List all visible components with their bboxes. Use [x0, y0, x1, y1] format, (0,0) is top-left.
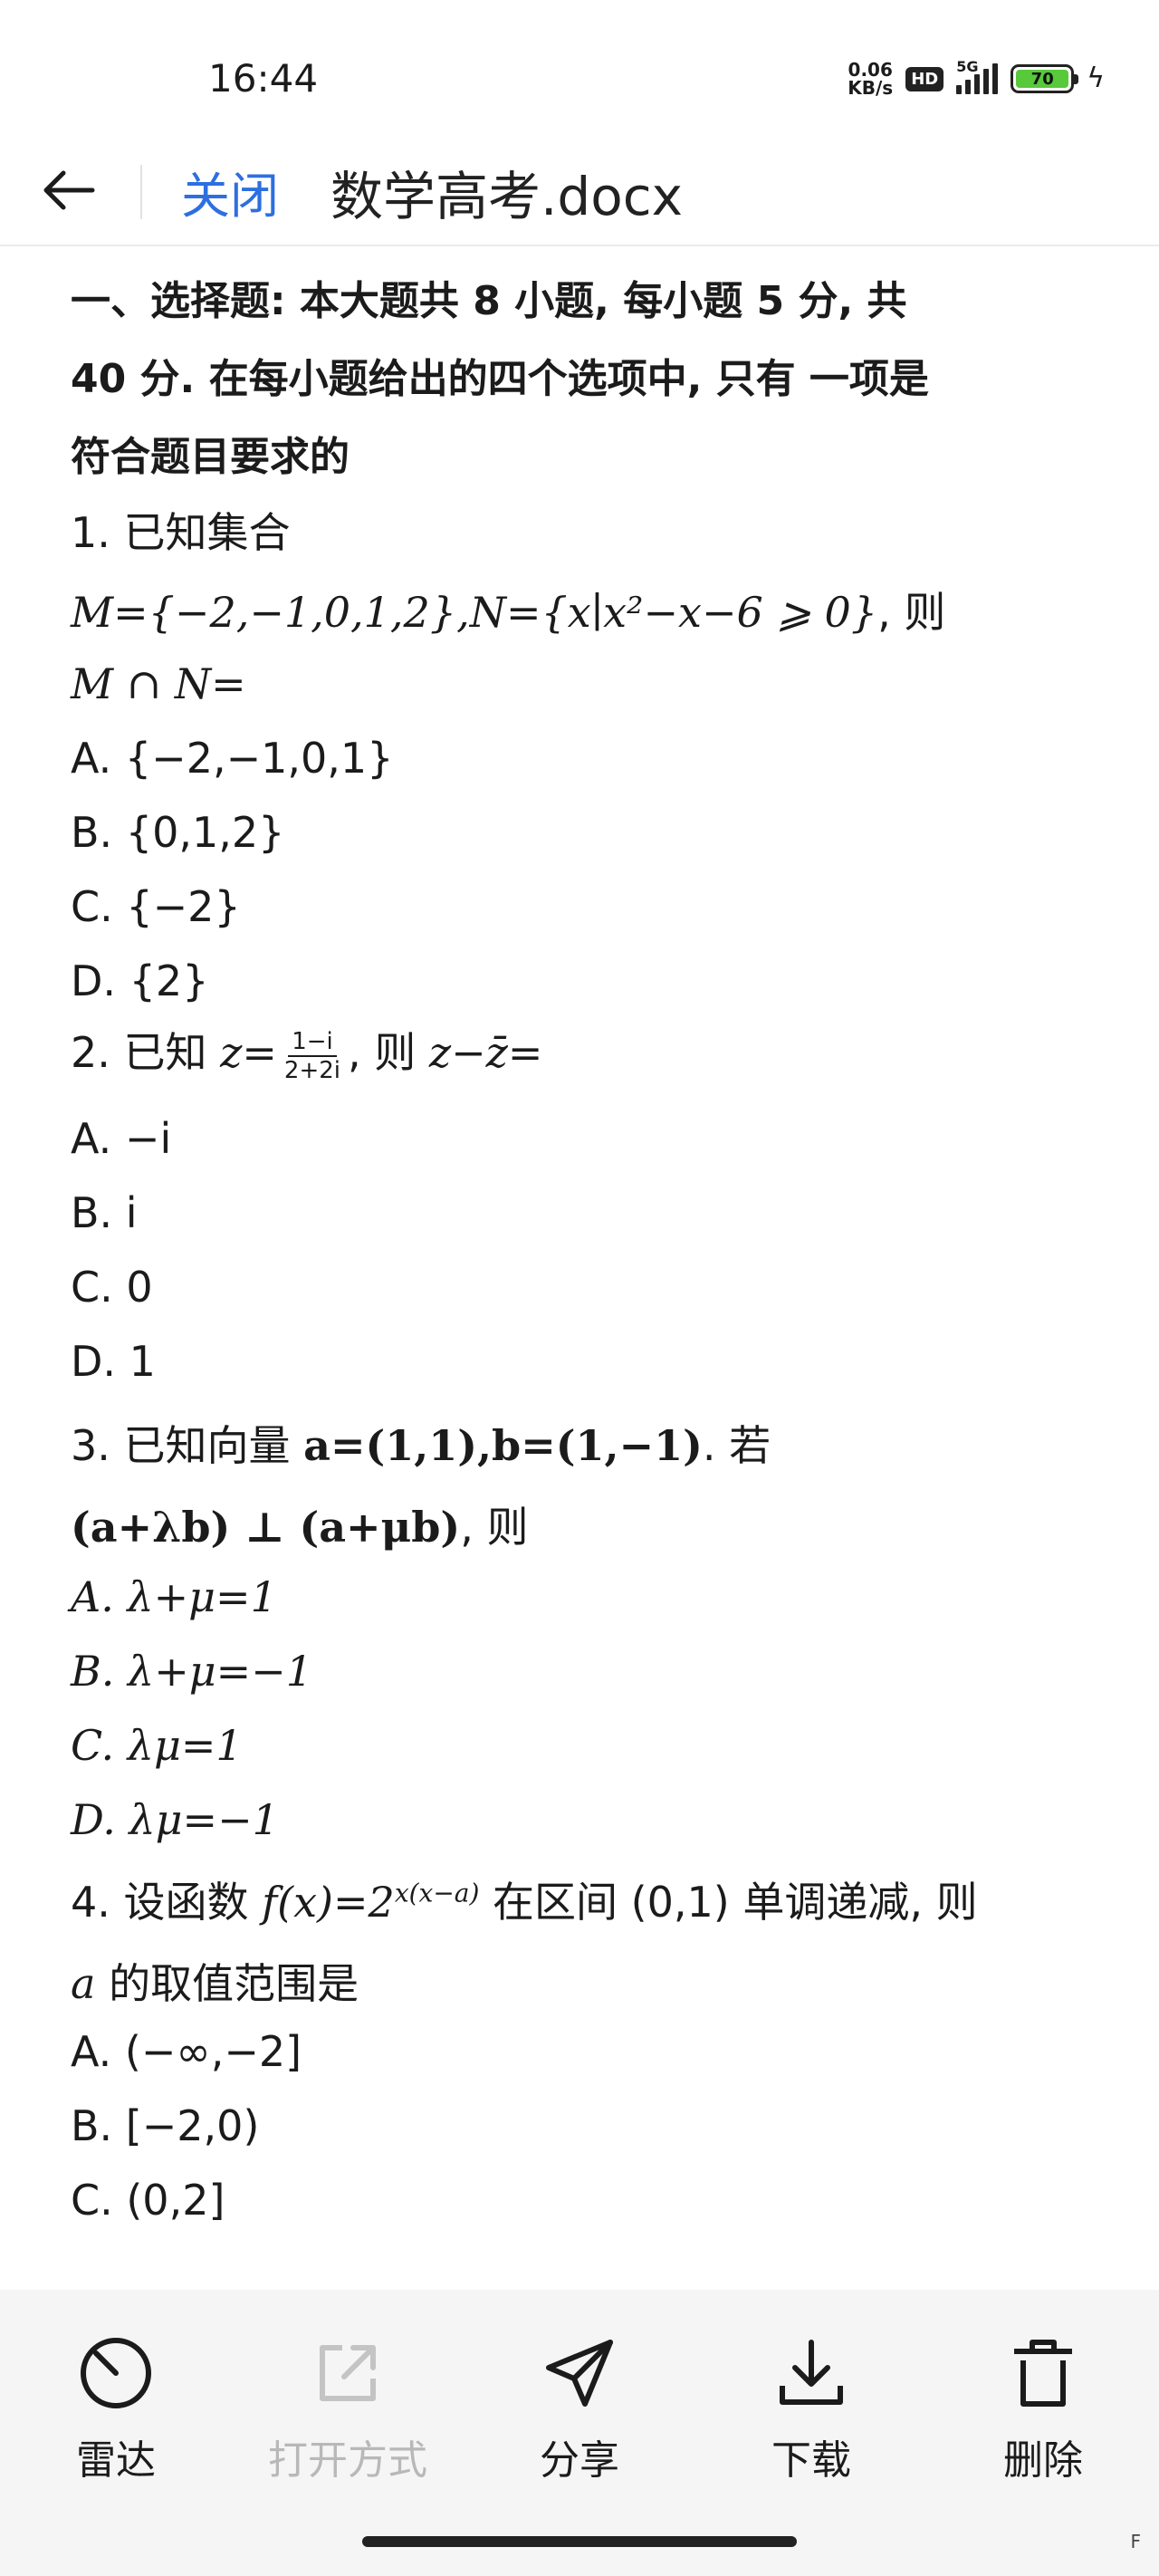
radar-button[interactable]: 雷达	[0, 2335, 232, 2485]
q4-option-b: B. [−2,0)	[71, 2101, 260, 2150]
app-bar: 关闭 数学高考.docx	[0, 136, 1159, 246]
q3-option-c-text: C. λμ=1	[71, 1721, 243, 1770]
q3-vectors: a=(1,1),b=(1,−1)	[303, 1421, 703, 1470]
q2-stem: 2. 已知 z= 1−i 2+2i, 则 z−z̄=	[71, 1020, 542, 1084]
signal-bar-4	[983, 69, 990, 94]
q2-option-d: D. 1	[71, 1337, 156, 1386]
close-button[interactable]: 关闭	[181, 156, 279, 227]
q1-intersection: M ∩ N=	[71, 659, 246, 708]
bottom-action-bar: 雷达 打开方式 分享 下载 删除 F	[0, 2290, 1159, 2576]
q3-suffix: . 若	[702, 1421, 771, 1470]
signal-bar-3	[974, 74, 981, 94]
share-label: 分享	[540, 2437, 619, 2484]
q4-variable-a: a	[71, 1959, 96, 2008]
home-indicator[interactable]	[362, 2536, 797, 2547]
status-icons: 0.06 KB/s HD 5G 70 ϟ	[848, 58, 1105, 100]
q2-expression: z−z̄=	[428, 1028, 543, 1077]
share-icon	[541, 2335, 618, 2411]
q2-option-c: C. 0	[71, 1263, 153, 1312]
signal-bar-2	[965, 80, 972, 94]
q2-fraction: 1−i 2+2i	[281, 1028, 344, 1084]
q3-prefix: 3. 已知向量	[71, 1421, 291, 1470]
q3-condition: (a+λb) ⊥ (a+μb), 则	[71, 1495, 528, 1554]
q2-denominator: 2+2i	[283, 1056, 341, 1084]
signal-bar-1	[956, 85, 963, 94]
section-title-line-3: 符合题目要求的	[71, 434, 350, 480]
app-bar-divider	[140, 165, 142, 219]
network-speed-unit: KB/s	[848, 77, 894, 99]
q3-option-d-text: D. λμ=−1	[71, 1795, 279, 1844]
q1-option-d: D. {2}	[71, 956, 209, 1005]
delete-icon	[1005, 2335, 1081, 2411]
battery-icon: 70	[1011, 64, 1079, 93]
q4-option-c: C. (0,2]	[71, 2176, 225, 2225]
q1-option-a: A. {−2,−1,0,1}	[71, 734, 394, 783]
q2-z: z=	[220, 1028, 277, 1077]
q3-perpendicular: (a+λb) ⊥ (a+μb)	[71, 1503, 461, 1552]
open-with-button[interactable]: 打开方式	[232, 2335, 464, 2485]
q4-prefix: 4. 设函数	[71, 1878, 249, 1927]
back-button[interactable]	[33, 158, 105, 223]
q3-option-d: D. λμ=−1	[71, 1795, 279, 1844]
download-label: 下载	[771, 2437, 851, 2484]
open-external-icon	[310, 2335, 386, 2411]
download-button[interactable]: 下载	[695, 2335, 927, 2485]
section-title-line-2: 40 分. 在每小题给出的四个选项中, 只有 一项是	[71, 356, 929, 402]
signal-bar-5	[992, 63, 999, 94]
open-with-label: 打开方式	[268, 2437, 427, 2484]
charging-icon: ϟ	[1087, 62, 1105, 94]
q3-option-c: C. λμ=1	[71, 1721, 243, 1770]
q4-function: f(x)=2	[262, 1878, 395, 1927]
q1-sets: M={−2,−1,0,1,2},N={x∣x²−x−6 ⩾ 0}, 则	[71, 580, 945, 639]
section-title-line-1: 一、选择题: 本大题共 8 小题, 每小题 5 分, 共	[71, 278, 907, 324]
q1-math: M={−2,−1,0,1,2},N={x∣x²−x−6 ⩾ 0}	[71, 588, 878, 637]
corner-mark: F	[1130, 2531, 1141, 2552]
q4-stem-line-2: a 的取值范围是	[71, 1951, 359, 2011]
signal-icon: 5G	[956, 58, 999, 94]
q1-then: , 则	[877, 588, 946, 637]
network-type: 5G	[956, 58, 979, 75]
q4-stem: 4. 设函数 f(x)=2x(x−a) 在区间 (0,1) 单调递减, 则	[71, 1870, 978, 1929]
back-arrow-icon	[43, 170, 95, 210]
radar-label: 雷达	[76, 2437, 156, 2484]
q1-option-c: C. {−2}	[71, 882, 241, 931]
network-speed-value: 0.06	[848, 59, 893, 81]
delete-label: 删除	[1003, 2437, 1083, 2484]
q3-option-b: B. λ+μ=−1	[71, 1647, 312, 1696]
q2-numerator: 1−i	[288, 1028, 337, 1057]
battery-level: 70	[1016, 70, 1069, 89]
network-speed: 0.06 KB/s	[848, 61, 893, 97]
q4-suffix: 在区间 (0,1) 单调递减, 则	[493, 1878, 978, 1927]
q3-stem: 3. 已知向量 a=(1,1),b=(1,−1). 若	[71, 1413, 771, 1473]
q3-suffix-2: , 则	[460, 1503, 529, 1552]
q1-option-b: B. {0,1,2}	[71, 808, 285, 857]
q1-stem: 1. 已知集合	[71, 508, 291, 557]
q2-option-b: B. i	[71, 1188, 138, 1237]
q2-prefix: 2. 已知	[71, 1028, 207, 1077]
hd-badge: HD	[905, 66, 944, 91]
download-icon	[773, 2335, 849, 2411]
status-bar: 16:44 0.06 KB/s HD 5G 70 ϟ	[0, 0, 1159, 136]
q4-range-text: 的取值范围是	[109, 1959, 359, 2008]
q3-option-b-text: B. λ+μ=−1	[71, 1647, 312, 1696]
status-time: 16:44	[208, 56, 319, 101]
document-content: 一、选择题: 本大题共 8 小题, 每小题 5 分, 共 40 分. 在每小题给…	[71, 263, 1103, 2225]
q2-option-a: A. −i	[71, 1114, 172, 1163]
q2-mid: , 则	[348, 1028, 417, 1077]
q3-option-a: A. λ+μ=1	[71, 1572, 277, 1621]
screen: 16:44 0.06 KB/s HD 5G 70 ϟ 关闭 数学高考.docx …	[0, 0, 1159, 2576]
radar-icon	[78, 2335, 154, 2411]
delete-button[interactable]: 删除	[927, 2335, 1159, 2485]
document-title: 数学高考.docx	[330, 166, 683, 227]
q4-option-a: A. (−∞,−2]	[71, 2027, 302, 2076]
q4-exponent: x(x−a)	[394, 1878, 480, 1908]
q3-option-a-text: A. λ+μ=1	[71, 1572, 277, 1621]
share-button[interactable]: 分享	[464, 2335, 695, 2485]
action-list: 雷达 打开方式 分享 下载 删除	[0, 2335, 1159, 2485]
